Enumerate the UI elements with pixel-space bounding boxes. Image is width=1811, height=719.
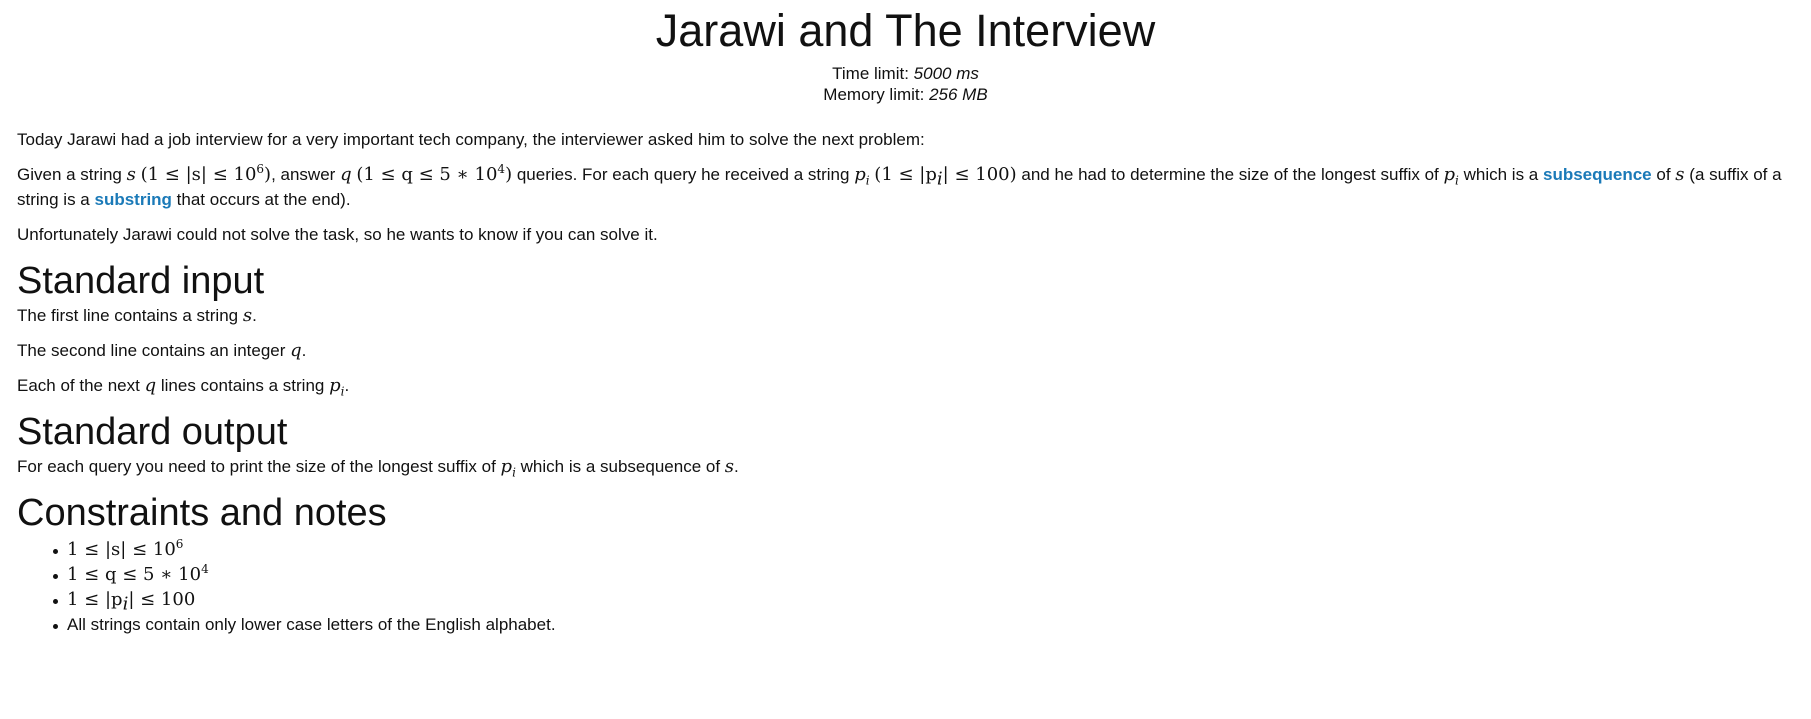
memory-limit: Memory limit: 256 MB xyxy=(0,84,1811,105)
math-p-bound-open: (1 ≤ |p xyxy=(874,164,937,185)
period: . xyxy=(734,457,739,476)
input-text: The second line contains an integer xyxy=(17,341,286,360)
statement-text: and he had to determine the size of the … xyxy=(1021,165,1439,184)
list-item: 1 ≤ |s| ≤ 106 xyxy=(53,537,1797,562)
input-text: The first line contains a string xyxy=(17,306,239,325)
math-p-bound-close: | ≤ 100) xyxy=(942,164,1017,185)
math-s: s xyxy=(724,456,735,477)
constraint-s-text: 1 ≤ |s| ≤ 10 xyxy=(67,539,176,560)
constraint-s: 1 ≤ |s| ≤ 106 xyxy=(67,537,184,560)
statement-intro: Today Jarawi had a job interview for a v… xyxy=(17,130,925,149)
math-s: s xyxy=(242,305,253,326)
math-i: i xyxy=(865,173,870,188)
time-limit: Time limit: 5000 ms xyxy=(0,63,1811,84)
input-line-1: The first line contains a string s. xyxy=(17,303,1797,328)
constraint-s-exp: 6 xyxy=(175,537,184,551)
math-p-i: pi xyxy=(1443,164,1459,188)
math-s-bound: (1 ≤ |s| ≤ 106) xyxy=(140,162,271,185)
math-close-paren: ) xyxy=(505,164,513,185)
math-s-exp: 6 xyxy=(256,162,265,176)
period: . xyxy=(301,341,307,360)
statement-text: Given a string xyxy=(17,165,122,184)
input-line-3: Each of the next q lines contains a stri… xyxy=(17,373,1797,398)
memory-limit-label: Memory limit: xyxy=(823,85,925,104)
math-p-i: pi xyxy=(854,164,870,188)
math-i: i xyxy=(1455,173,1459,188)
statement-text: of xyxy=(1656,165,1671,184)
statement-unfortunately: Unfortunately Jarawi could not solve the… xyxy=(17,225,658,244)
statement-text: queries. For each query he received a st… xyxy=(516,165,850,184)
substring-link[interactable]: substring xyxy=(94,190,171,209)
statement-text: which is a xyxy=(1463,165,1539,184)
problem-page: Jarawi and The Interview Time limit: 500… xyxy=(0,0,1811,719)
math-s: s xyxy=(1675,164,1685,185)
period: . xyxy=(344,376,350,395)
list-item: 1 ≤ |pi| ≤ 100 xyxy=(53,587,1797,613)
period: . xyxy=(252,306,257,325)
math-s-bound-text: (1 ≤ |s| ≤ 10 xyxy=(140,164,257,185)
math-q: q xyxy=(290,340,302,361)
math-p-i: pi xyxy=(500,456,516,480)
output-text: which is a subsequence of xyxy=(520,457,721,476)
constraint-q-exp: 4 xyxy=(201,562,209,576)
output-line: For each query you need to print the siz… xyxy=(17,454,1797,479)
constraint-p-close: | ≤ 100 xyxy=(128,589,196,610)
math-q: q xyxy=(340,164,352,185)
page-title: Jarawi and The Interview xyxy=(655,5,1156,56)
constraint-alphabet: All strings contain only lower case lett… xyxy=(67,615,556,634)
input-text: lines contains a string xyxy=(160,376,325,395)
math-p-bound: (1 ≤ |pi| ≤ 100) xyxy=(874,164,1017,188)
math-q-exp: 4 xyxy=(497,162,506,176)
constraints-heading: Constraints and notes xyxy=(17,492,387,534)
standard-output-heading: Standard output xyxy=(17,411,288,453)
constraints-list: 1 ≤ |s| ≤ 106 1 ≤ q ≤ 5 ∗ 104 1 ≤ |pi| ≤… xyxy=(17,537,1797,637)
constraint-p-open: 1 ≤ |p xyxy=(67,589,123,610)
list-item: 1 ≤ q ≤ 5 ∗ 104 xyxy=(53,562,1797,587)
output-text: For each query you need to print the siz… xyxy=(17,457,496,476)
statement-text: , answer xyxy=(271,165,336,184)
math-p: p xyxy=(329,375,341,396)
standard-input-heading: Standard input xyxy=(17,260,265,302)
math-i: i xyxy=(512,465,516,480)
memory-limit-value: 256 MB xyxy=(929,85,988,104)
time-limit-value: 5000 ms xyxy=(913,64,979,83)
math-q: q xyxy=(144,375,157,396)
constraint-q: 1 ≤ q ≤ 5 ∗ 104 xyxy=(67,562,209,585)
math-s: s xyxy=(126,164,136,185)
math-p-i: pi xyxy=(329,375,344,398)
list-item: All strings contain only lower case lett… xyxy=(53,612,1797,637)
math-q-bound: (1 ≤ q ≤ 5 ∗ 104) xyxy=(356,162,513,185)
math-p: p xyxy=(500,456,513,477)
statement-text: that occurs at the end). xyxy=(176,190,351,209)
input-text: Each of the next xyxy=(17,376,140,395)
input-line-2: The second line contains an integer q. xyxy=(17,338,1797,363)
constraint-q-text: 1 ≤ q ≤ 5 ∗ 10 xyxy=(67,564,202,585)
time-limit-label: Time limit: xyxy=(832,64,909,83)
statement-content: Today Jarawi had a job interview for a v… xyxy=(17,127,1797,637)
math-p: p xyxy=(1443,164,1456,185)
statement-main: Given a string s (1 ≤ |s| ≤ 106), answer… xyxy=(17,162,1797,212)
math-q-bound-text: (1 ≤ q ≤ 5 ∗ 10 xyxy=(356,164,498,185)
limits-block: Time limit: 5000 ms Memory limit: 256 MB xyxy=(0,63,1811,105)
subsequence-link[interactable]: subsequence xyxy=(1543,165,1652,184)
constraint-p: 1 ≤ |pi| ≤ 100 xyxy=(67,589,196,613)
math-p: p xyxy=(854,164,866,185)
